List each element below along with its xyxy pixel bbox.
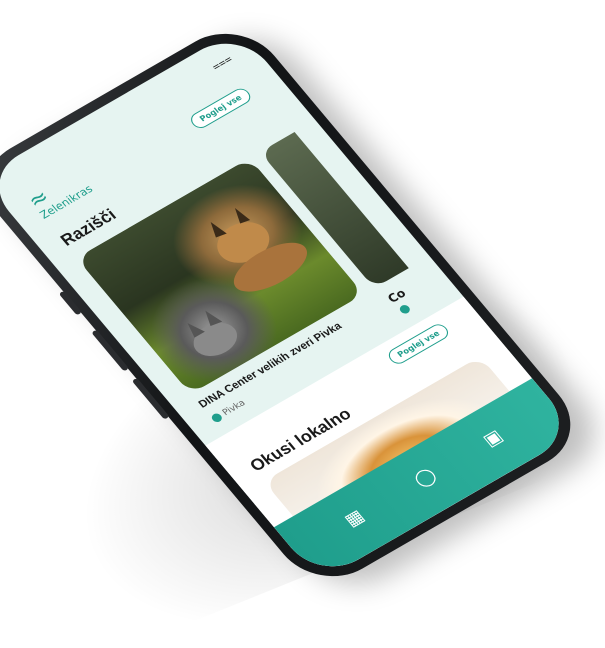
next-card-pin-icon: ⬤ xyxy=(397,303,413,317)
map-pin-icon[interactable]: ◯ xyxy=(410,464,441,490)
location-pin-icon: ⬤ xyxy=(209,411,225,425)
grid-icon[interactable]: ▦ xyxy=(340,506,368,531)
app-logo[interactable]: ≈ Zelenikras xyxy=(23,169,96,222)
signal-icon: ⩶ xyxy=(208,52,235,73)
map-icon[interactable]: ▣ xyxy=(479,426,507,451)
explore-see-all-button[interactable]: Poglej vse xyxy=(187,85,255,131)
featured-card-location-text: Pivka xyxy=(220,398,248,418)
